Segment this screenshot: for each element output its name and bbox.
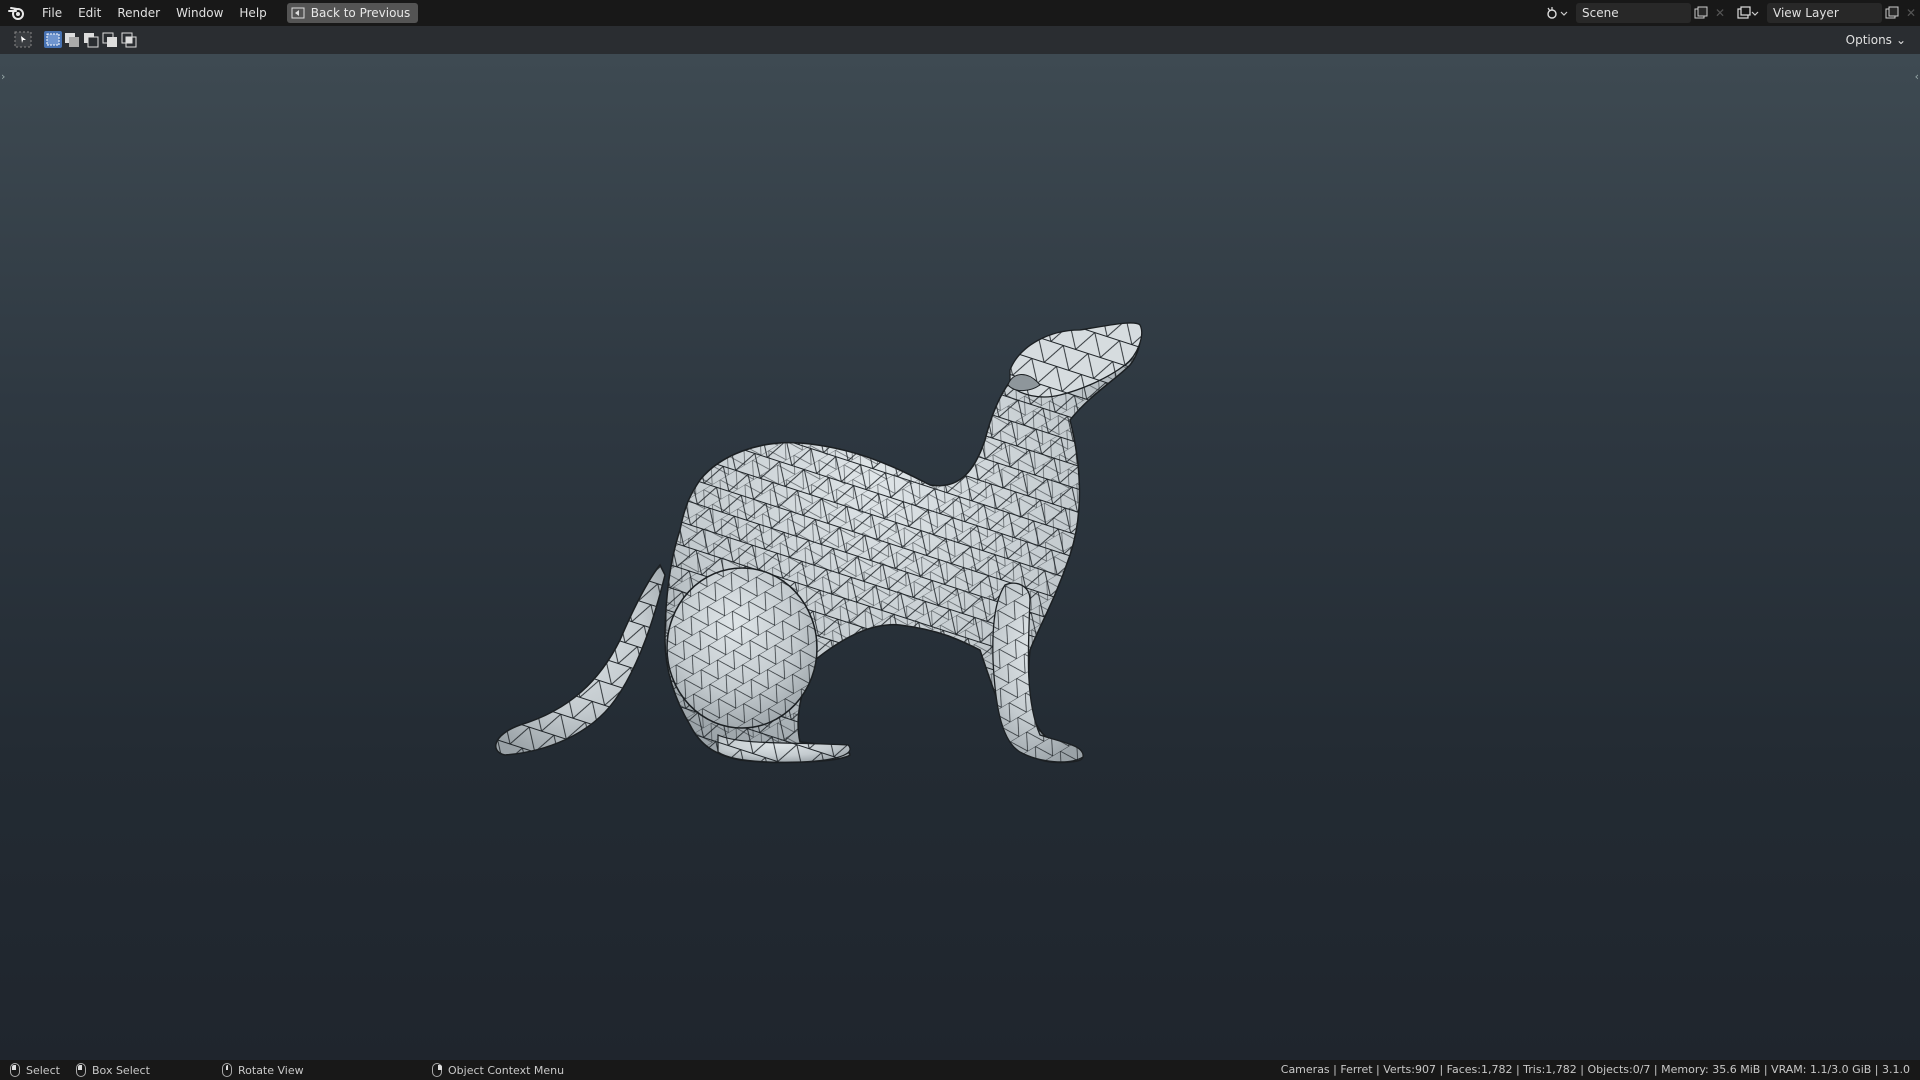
scene-statistics: Cameras | Ferret | Verts:907 | Faces:1,7… [1280, 1063, 1910, 1076]
menu-edit[interactable]: Edit [70, 2, 109, 24]
camera-viewport[interactable]: › ‹ [0, 54, 1920, 1060]
select-mode-new-icon[interactable] [44, 31, 62, 48]
select-tool-icon[interactable] [14, 31, 32, 48]
mouse-left-icon [10, 1063, 20, 1077]
hint-context-menu: Object Context Menu [432, 1063, 564, 1077]
top-bar: File Edit Render Window Help Back to Pre… [0, 0, 1920, 26]
new-scene-icon[interactable] [1691, 3, 1711, 23]
ferret-tail [495, 563, 666, 756]
back-to-previous-button[interactable]: Back to Previous [286, 3, 419, 23]
back-to-previous-label: Back to Previous [310, 6, 411, 20]
select-mode-invert-icon[interactable] [101, 31, 119, 48]
new-view-layer-icon[interactable] [1882, 3, 1902, 23]
view-layer-icon[interactable] [1733, 3, 1763, 23]
hint-rotate-view-label: Rotate View [238, 1063, 304, 1077]
mouse-middle-icon [222, 1063, 232, 1077]
chevron-down-icon: ⌄ [1895, 33, 1906, 47]
close-view-layer-icon[interactable]: ✕ [1902, 3, 1920, 23]
hint-context-menu-label: Object Context Menu [448, 1063, 565, 1077]
hint-box-select-label: Box Select [92, 1063, 150, 1077]
select-mode-extend-icon[interactable] [63, 31, 81, 48]
options-dropdown[interactable]: Options ⌄ [1840, 31, 1912, 49]
close-scene-icon[interactable]: ✕ [1711, 3, 1729, 23]
view-layer-field[interactable]: View Layer [1767, 3, 1882, 23]
mouse-drag-icon [76, 1063, 86, 1077]
tool-header: Options ⌄ [0, 26, 1920, 54]
mouse-right-icon [432, 1063, 442, 1077]
select-mode-intersect-icon[interactable] [120, 31, 138, 48]
menu-help[interactable]: Help [231, 2, 274, 24]
menu-window[interactable]: Window [168, 2, 231, 24]
topbar-right: Scene ✕ View Layer ✕ [1542, 0, 1920, 26]
ferret-mesh [495, 322, 1143, 764]
select-mode-subtract-icon[interactable] [82, 31, 100, 48]
hint-rotate-view: Rotate View [222, 1063, 304, 1077]
scene-icon[interactable] [1542, 3, 1572, 23]
scene-name-field[interactable]: Scene [1576, 3, 1691, 23]
hint-select: Select [10, 1063, 60, 1077]
menu-file[interactable]: File [34, 2, 70, 24]
blender-logo-icon[interactable] [0, 0, 34, 26]
hint-select-label: Select [26, 1063, 60, 1077]
menu-render[interactable]: Render [109, 2, 168, 24]
options-label: Options [1845, 33, 1892, 47]
back-icon [291, 7, 305, 19]
status-bar: Select Box Select Rotate View Object Con… [0, 1060, 1920, 1080]
ferret-head [1007, 322, 1143, 398]
hint-box-select: Box Select [76, 1063, 150, 1077]
